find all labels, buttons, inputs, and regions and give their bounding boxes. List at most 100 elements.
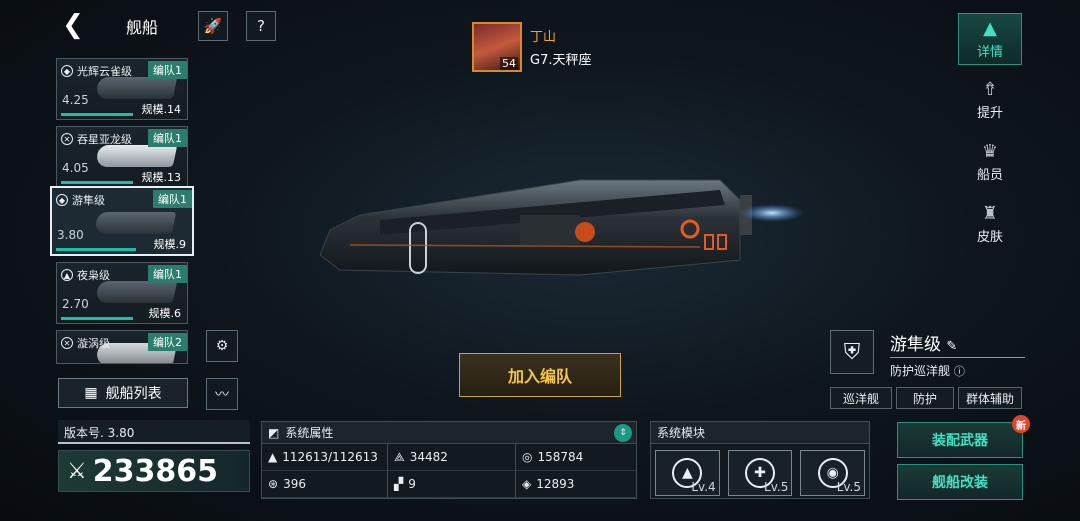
ship-bar [56, 248, 136, 251]
back-button[interactable]: ❮ [58, 10, 88, 40]
module-level: Lv.4 [691, 480, 716, 494]
modules-title: 系统模块 [651, 422, 869, 444]
grid-icon: ▦ [84, 385, 98, 401]
class-shield-icon: ⛨ [830, 330, 874, 374]
diamond-icon: ◈ [522, 477, 532, 491]
chip-support: 群体辅助 [958, 387, 1022, 409]
ship-bar [61, 317, 133, 320]
flame-icon: ▲ [61, 269, 73, 281]
shield-icon: ◆ [61, 65, 73, 77]
ship-thumbnail [94, 281, 178, 303]
attr-durability: ▲ 112613/112613 [262, 444, 388, 471]
filter-icon[interactable]: ⚙ [206, 330, 238, 362]
checker-icon: ▞ [394, 477, 404, 491]
ship-scale: 规模.14 [141, 103, 182, 116]
crossed-swords-icon: ⚔ [67, 458, 87, 484]
ship-card[interactable]: ✕ 漩涡级 编队2 [56, 330, 188, 364]
ship-class-name: 游隼级 [890, 335, 941, 355]
ship-card-selected[interactable]: ◆ 游隼级 编队1 3.80 规模.9 [50, 186, 194, 256]
help-icon[interactable]: ? [246, 11, 276, 41]
fleet-list-label: 舰船列表 [105, 386, 162, 402]
commander-avatar[interactable]: 54 [472, 22, 522, 72]
ship-version: 4.05 [62, 161, 89, 175]
fleet-list-button[interactable]: ▦ 舰船列表 [58, 378, 188, 408]
ship-card[interactable]: ▲ 夜枭级 编队1 2.70 规模.6 [56, 262, 188, 324]
module-level: Lv.5 [764, 480, 789, 494]
system-modules-panel: 系统模块 ▲ Lv.4 ✚ Lv.5 ◉ Lv.5 [650, 421, 870, 499]
attr-deploy: ▞ 9 [388, 471, 516, 498]
fleet-tag: 编队2 [148, 333, 187, 351]
attr-speed: ⊛ 396 [262, 471, 388, 498]
speed-icon: ⊛ [268, 477, 279, 491]
ship-scale: 规模.13 [141, 171, 182, 184]
module-slot[interactable]: ✚ Lv.5 [727, 450, 793, 496]
ship-bar [61, 113, 133, 116]
fleet-tag: 编队1 [148, 61, 187, 79]
power-display: ⚔ 233865 [58, 450, 250, 492]
new-badge: 新 [1012, 415, 1030, 433]
equip-weapon-button[interactable]: 装配武器 新 [897, 415, 1030, 458]
attr-armor: ⟁ 34482 [388, 444, 516, 471]
rocket-icon[interactable]: 🚀 [198, 11, 228, 41]
module-slot[interactable]: ◉ Lv.5 [800, 450, 866, 496]
ship-modify-button[interactable]: 舰船改装 [897, 464, 1023, 500]
version-panel: 版本号. 3.80 ⚔ 233865 [58, 420, 250, 492]
ship-name: 夜枭级 [77, 269, 110, 282]
commander-name: 丁山 [530, 30, 557, 45]
target-icon: ✕ [61, 133, 73, 145]
commander-level: 54 [500, 57, 518, 70]
ship-info: ⛨ 游隼级 ✎ 防护巡洋舰 ⓘ 巡洋舰 防护 群体辅助 [830, 330, 1025, 409]
fleet-tag: 编队1 [148, 265, 187, 283]
ship-name: 游隼级 [72, 194, 105, 207]
tab-details[interactable]: ▲ 详情 [958, 13, 1022, 65]
fleet-tag: 编队1 [153, 190, 192, 208]
power-value: 233865 [92, 453, 218, 489]
target-icon: ✕ [61, 337, 73, 349]
tab-skin[interactable]: ♜ 皮肤 [958, 198, 1022, 250]
commander-info[interactable]: 54 丁山 G7.天秤座 [472, 22, 591, 72]
ship-name: 吞星亚龙级 [77, 133, 132, 146]
chip-cruiser: 巡洋舰 [830, 387, 892, 409]
ship-name: 光辉云雀级 [77, 65, 132, 78]
commander-system: G7.天秤座 [530, 53, 592, 68]
system-attributes-panel: ◩ 系统属性 ⇕ ▲ 112613/112613 ⟁ 34482 ◎ 158784 ⊛… [261, 421, 637, 499]
edit-icon[interactable]: ✎ [946, 339, 957, 354]
ship-scale: 规模.9 [153, 238, 187, 251]
crew-icon: ♛ [981, 141, 999, 162]
shield-value-icon: ◎ [522, 450, 533, 464]
hull-icon: ▲ [268, 450, 278, 464]
skin-icon: ♜ [981, 203, 999, 224]
ship-thumbnail [94, 77, 178, 99]
ship-version: 3.80 [57, 228, 84, 242]
ship-illustration [320, 179, 804, 276]
version-label: 版本号. 3.80 [58, 420, 250, 444]
ship-thumbnail [93, 212, 177, 234]
module-level: Lv.5 [836, 480, 862, 494]
attr-shield: ◎ 158784 [516, 444, 636, 471]
tab-crew[interactable]: ♛ 船员 [958, 136, 1022, 188]
ship-scale: 规模.6 [148, 307, 182, 320]
expand-toggle-icon[interactable]: ⇕ [614, 424, 632, 442]
ship-bar [61, 181, 133, 184]
ship-thumbnail [94, 145, 178, 167]
page-title: 舰船 [126, 18, 159, 37]
ship-card[interactable]: ◆ 光辉云雀级 编队1 4.25 规模.14 [56, 58, 188, 120]
fleet-tag: 编队1 [148, 129, 187, 147]
attributes-title: 系统属性 [285, 426, 334, 440]
armor-icon: ⟁ [394, 449, 405, 464]
attr-capacity: ◈ 12893 [516, 471, 636, 498]
wave-icon[interactable]: 〰 [206, 378, 238, 410]
ship-version: 2.70 [62, 297, 89, 311]
upgrade-icon: ⇮ [982, 79, 998, 100]
module-slot[interactable]: ▲ Lv.4 [655, 450, 720, 496]
shield-icon: ◆ [56, 194, 68, 206]
join-fleet-button[interactable]: 加入编队 [459, 353, 621, 397]
ship-version: 4.25 [62, 93, 89, 107]
info-icon[interactable]: ⓘ [954, 365, 965, 378]
attributes-icon: ◩ [268, 425, 280, 440]
ship-name: 漩涡级 [77, 337, 110, 350]
tab-upgrade[interactable]: ⇮ 提升 [958, 74, 1022, 126]
ship-icon: ▲ [983, 18, 997, 39]
chip-defense: 防护 [896, 387, 954, 409]
ship-card[interactable]: ✕ 吞星亚龙级 编队1 4.05 规模.13 [56, 126, 188, 188]
